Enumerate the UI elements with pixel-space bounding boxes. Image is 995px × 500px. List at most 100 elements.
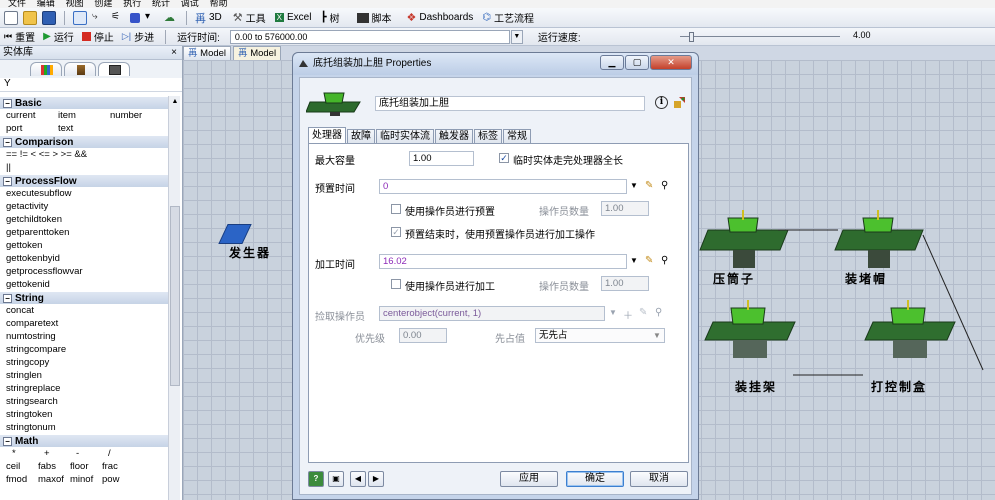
library-filter[interactable]: Y [0,78,182,92]
toolbar-tools-button[interactable]: ⚒ 工具 [233,10,266,25]
list-item[interactable]: * + - / [0,447,168,460]
menu-edit[interactable]: 编辑 [37,0,55,8]
help-button[interactable]: ? [308,471,324,487]
script-edit-icon[interactable]: ✎ [645,180,657,192]
scroll-up-icon[interactable]: ▲ [169,96,181,108]
chevron-down-icon[interactable]: ▼ [609,308,617,317]
category-basic[interactable]: − Basic [0,96,168,109]
disconnect-mode-icon[interactable]: ⚟ [111,11,125,25]
tree-view-button[interactable]: ▣ [328,471,344,487]
menu-view[interactable]: 视图 [66,0,84,8]
list-item[interactable]: stringtonum [0,421,168,434]
tab-library-objects[interactable] [30,62,62,76]
dialog-title-bar[interactable]: 底托组装加上胆 Properties ▁ ▢ ✕ [293,53,698,75]
toolbar-tree-button[interactable]: ┣ 树 [320,10,339,25]
list-item[interactable]: current item number [0,109,168,122]
collapse-icon[interactable]: − [3,436,12,446]
preempt-select[interactable]: 无先占 [535,328,665,343]
cancel-button[interactable]: 取消 [630,471,688,487]
setup-time-field[interactable]: 0 [379,179,627,194]
list-item[interactable]: stringreplace [0,382,168,395]
list-item[interactable]: stringsearch [0,395,168,408]
run-button[interactable]: ▶ 运行 [43,29,74,44]
tab-model-2[interactable]: 爯 Model [233,46,282,60]
list-item[interactable]: gettokenbyid [0,252,168,265]
tab-library-tools[interactable] [64,62,96,76]
menu-help[interactable]: 帮助 [210,0,228,8]
list-item[interactable]: stringcopy [0,356,168,369]
list-item[interactable]: getactivity [0,200,168,213]
select-mode-icon[interactable] [73,10,87,25]
scrollbar-thumb[interactable] [170,206,180,386]
runtime-stop-field[interactable]: 0.00 to 576000.00 ▼ [229,29,523,44]
tab-library-commands[interactable] [98,62,130,76]
collapse-icon[interactable]: − [3,176,12,186]
properties-tag-icon[interactable] [673,96,686,109]
list-item[interactable]: ceil fabs floor frac [0,460,168,473]
list-item[interactable]: gettokenid [0,278,168,291]
menu-statistics[interactable]: 统计 [152,0,170,8]
list-item[interactable]: fmod maxof minof pow [0,473,168,486]
toolbar-process-flow-button[interactable]: ⌬ 工艺流程 [482,10,534,25]
chevron-down-icon[interactable]: ▼ [653,331,661,340]
list-item[interactable]: concat [0,304,168,317]
eyedropper-icon[interactable]: ⚲ [661,255,673,267]
process-time-field[interactable]: 16.02 [379,254,627,269]
list-item[interactable]: == != < <= > >= && [0,148,168,161]
eyedropper-icon[interactable]: ⚲ [661,180,673,192]
step-button[interactable]: ▷| 步进 [122,29,154,44]
tab-labels[interactable]: 标签 [474,129,502,143]
list-item[interactable]: stringtoken [0,408,168,421]
ok-button[interactable]: 确定 [566,471,624,487]
collapse-icon[interactable]: − [3,98,12,108]
list-item[interactable]: numtostring [0,330,168,343]
close-icon[interactable]: × [171,46,177,60]
collapse-icon[interactable]: − [3,293,12,303]
use-setup-operator-checkbox[interactable]: ✓ [391,227,401,237]
maximize-button[interactable]: ▢ [625,55,649,70]
full-length-checkbox[interactable]: ✓ [499,153,509,163]
stop-button[interactable]: 停止 [81,29,114,44]
cloud-icon[interactable]: ☁ [164,11,178,25]
slider-thumb[interactable] [689,32,695,42]
script-edit-icon[interactable]: ✎ [639,307,651,319]
list-item[interactable]: gettoken [0,239,168,252]
menu-execute[interactable]: 执行 [123,0,141,8]
reset-button[interactable]: ⏮ 重置 [4,29,35,44]
script-edit-icon[interactable]: ✎ [645,255,657,267]
list-item[interactable]: port text [0,122,168,135]
list-item[interactable]: comparetext [0,317,168,330]
category-processflow[interactable]: − ProcessFlow [0,174,168,187]
tab-breakdowns[interactable]: 故障 [347,129,375,143]
chevron-down-icon[interactable]: ▼ [630,181,638,190]
source-object[interactable] [218,224,252,244]
tab-general[interactable]: 常规 [503,129,531,143]
menu-file[interactable]: 文件 [8,0,26,8]
add-icon[interactable]: ＋ [623,307,635,322]
menu-debug[interactable]: 调试 [181,0,199,8]
toolbar-excel-button[interactable]: X Excel [274,12,311,23]
use-operator-process-checkbox[interactable] [391,279,401,289]
previous-button[interactable]: ◀ [350,471,366,487]
view-options-icon[interactable]: ▾ [145,11,159,25]
connect-mode-icon[interactable]: ⤷ [92,11,106,25]
tab-model-1[interactable]: 爯 Model [183,46,232,60]
pick-operator-field[interactable]: centerobject(current, 1) [379,306,605,321]
operator-count-process-field[interactable]: 1.00 [601,276,649,291]
toolbar-script-button[interactable]: 脚本 [356,10,392,25]
object-color-icon[interactable] [130,12,140,23]
save-icon[interactable] [42,10,56,25]
category-math[interactable]: − Math [0,434,168,447]
run-speed-slider[interactable] [680,32,840,42]
tab-flow[interactable]: 临时实体流 [376,129,434,143]
operator-count-setup-field[interactable]: 1.00 [601,201,649,216]
chevron-down-icon[interactable]: ▼ [630,256,638,265]
category-comparison[interactable]: − Comparison [0,135,168,148]
object-name-field[interactable]: 底托组装加上胆 [375,96,645,111]
open-folder-icon[interactable] [23,10,37,25]
new-file-icon[interactable] [4,10,18,25]
library-scrollbar[interactable]: ▲ [168,96,180,500]
menu-create[interactable]: 创建 [94,0,112,8]
collapse-icon[interactable]: − [3,137,12,147]
toolbar-dashboards-button[interactable]: ❖ Dashboards [407,11,474,24]
